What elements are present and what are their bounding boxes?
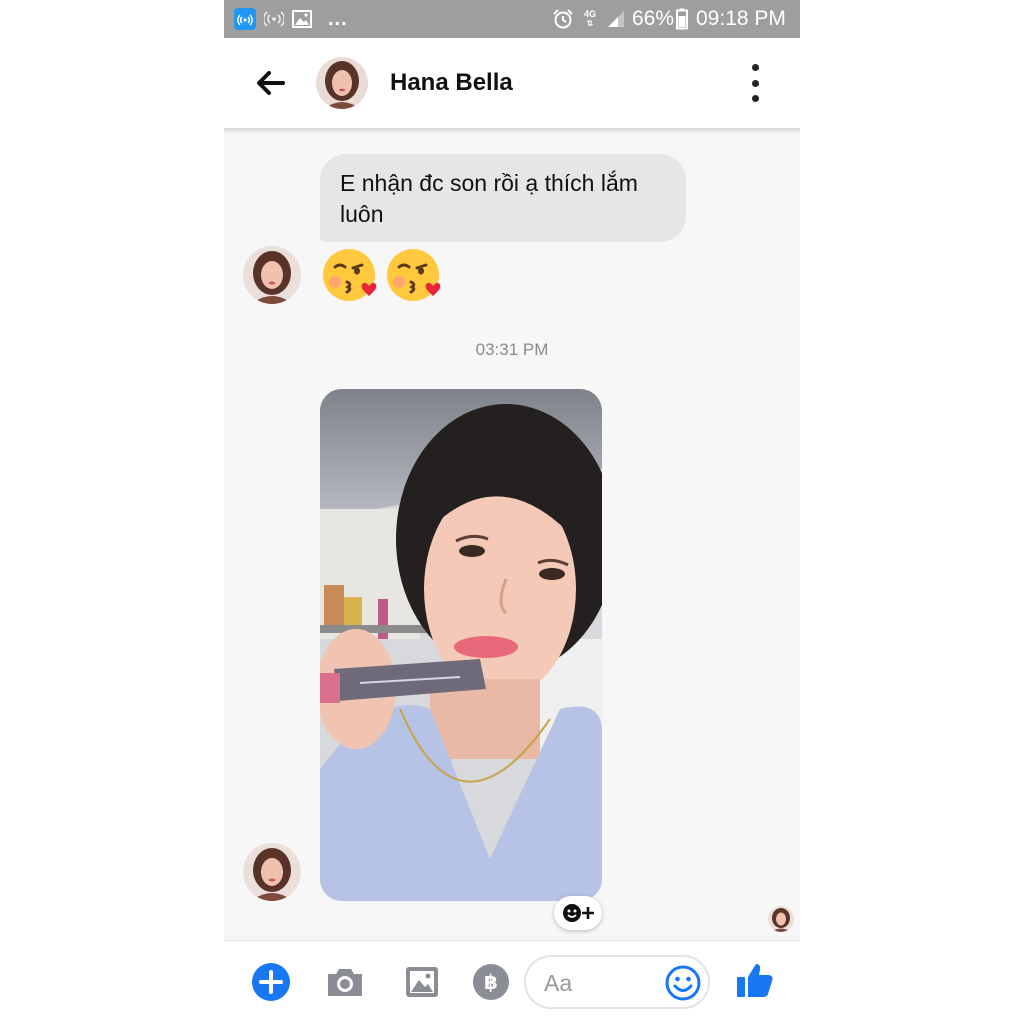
signal-icon xyxy=(606,0,626,38)
kissing-heart-emoji[interactable] xyxy=(385,246,445,306)
wifi-hotspot-icon xyxy=(234,8,256,30)
more-options-button[interactable] xyxy=(744,64,766,102)
more-vertical-icon-dot xyxy=(751,95,759,102)
alarm-icon xyxy=(552,0,574,38)
emoji-button[interactable] xyxy=(664,964,702,1002)
gallery-button[interactable] xyxy=(401,961,443,1003)
status-bar: ... 4G ⇅ 66% 09:18 PM xyxy=(224,0,800,38)
more-actions-button[interactable] xyxy=(250,961,292,1003)
arrow-left-icon xyxy=(257,71,285,95)
message-input-placeholder: Aa xyxy=(544,970,573,996)
payment-icon: ฿ xyxy=(473,964,509,1000)
incoming-message-bubble[interactable]: E nhận đc son rồi ạ thích lắm luôn xyxy=(320,154,686,242)
contact-avatar[interactable] xyxy=(316,57,368,109)
more-notifications-indicator: ... xyxy=(328,7,348,30)
add-reaction-button[interactable] xyxy=(554,896,602,930)
camera-button[interactable] xyxy=(324,961,366,1003)
messenger-screen: ... 4G ⇅ 66% 09:18 PM Hana Bella E nhận … xyxy=(224,0,800,1024)
add-reaction-icon xyxy=(563,904,594,922)
battery-percent: 66% xyxy=(632,7,675,30)
payment-button[interactable]: ฿ xyxy=(470,961,512,1003)
message-composer: ฿ Aa xyxy=(224,940,800,1024)
clock: 09:18 PM xyxy=(696,7,786,30)
network-label: 4G xyxy=(584,9,597,19)
selfie-photo xyxy=(320,389,602,901)
gallery-icon xyxy=(406,967,438,997)
back-button[interactable] xyxy=(252,65,288,101)
photo-attachment[interactable] xyxy=(320,389,602,901)
network-type: 4G ⇅ xyxy=(584,9,597,29)
svg-text:฿: ฿ xyxy=(484,970,498,994)
sender-avatar[interactable] xyxy=(243,246,301,304)
hotspot-icon xyxy=(264,0,284,38)
seen-receipt-avatar xyxy=(768,906,794,932)
contact-name[interactable]: Hana Bella xyxy=(390,69,513,97)
kissing-heart-emoji[interactable] xyxy=(321,246,381,306)
more-vertical-icon xyxy=(751,64,759,71)
emoji-icon xyxy=(665,965,701,1001)
sender-avatar[interactable] xyxy=(243,843,301,901)
message-input[interactable]: Aa xyxy=(524,955,710,1009)
battery-icon xyxy=(676,0,688,38)
more-vertical-icon-dot xyxy=(751,79,759,87)
message-timestamp: 03:31 PM xyxy=(475,340,549,359)
like-button[interactable] xyxy=(734,959,776,1001)
camera-icon xyxy=(328,969,362,996)
image-notification-icon xyxy=(292,0,312,38)
chat-header: Hana Bella xyxy=(224,38,800,130)
thumbs-up-icon xyxy=(737,964,773,997)
plus-icon xyxy=(252,963,290,1001)
